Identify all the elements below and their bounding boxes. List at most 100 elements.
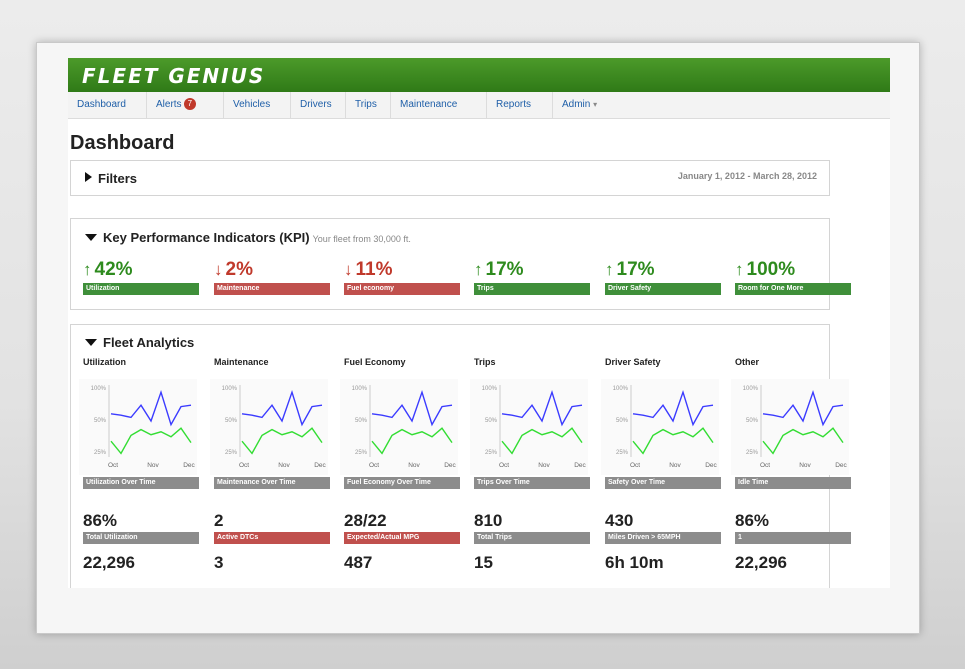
- kpi-label-bar: Room for One More: [735, 283, 851, 295]
- chart-background: [601, 379, 719, 475]
- arrow-up-icon: ↑: [735, 260, 744, 279]
- kpi-item[interactable]: ↓ 11% Fuel economy: [344, 259, 460, 295]
- y-tick-label: 25%: [94, 450, 107, 456]
- nav-drivers[interactable]: Drivers: [291, 92, 346, 118]
- analytics-title: Fleet Analytics: [103, 335, 195, 350]
- arrow-down-icon: ↓: [344, 260, 353, 279]
- analytics-column: Trips 100% 50% 25% Oct Nov Dec Trips Over Time 8…: [470, 357, 590, 588]
- date-range[interactable]: January 1, 2012 - March 28, 2012: [678, 171, 817, 181]
- y-tick-label: 50%: [355, 418, 368, 424]
- nav-alerts-label: Alerts: [156, 99, 182, 110]
- y-tick-label: 25%: [746, 450, 759, 456]
- x-tick-label: Oct: [499, 462, 509, 469]
- y-tick-label: 100%: [91, 386, 107, 392]
- kpi-panel: Key Performance Indicators (KPI) Your fle…: [70, 218, 851, 310]
- mini-line-chart[interactable]: 100% 50% 25% Oct Nov Dec: [470, 379, 588, 475]
- y-tick-label: 50%: [616, 418, 629, 424]
- y-tick-label: 100%: [482, 386, 498, 392]
- kpi-label-bar: Utilization: [83, 283, 199, 295]
- arrow-up-icon: ↑: [474, 260, 483, 279]
- nav-alerts[interactable]: Alerts 7: [147, 92, 224, 118]
- column-title: Maintenance: [214, 357, 269, 367]
- kpi-subtitle: Your fleet from 30,000 ft.: [312, 234, 411, 244]
- kpi-toggle[interactable]: Key Performance Indicators (KPI) Your fle…: [85, 230, 411, 245]
- y-tick-label: 50%: [225, 418, 238, 424]
- y-tick-label: 100%: [613, 386, 629, 392]
- analytics-column: Maintenance 100% 50% 25% Oct Nov Dec Maintenanc…: [210, 357, 330, 588]
- kpi-label-bar: Maintenance: [214, 283, 330, 295]
- kpi-item[interactable]: ↓ 2% Maintenance: [214, 259, 330, 295]
- page-title: Dashboard: [70, 132, 175, 154]
- kpi-item[interactable]: ↑ 17% Trips: [474, 259, 590, 295]
- kpi-title: Key Performance Indicators (KPI): [103, 230, 310, 245]
- app-logo: FLEET GENIUS: [82, 64, 266, 88]
- mini-line-chart[interactable]: 100% 50% 25% Oct Nov Dec: [601, 379, 719, 475]
- chart-caption-bar: Maintenance Over Time: [214, 477, 330, 489]
- nav-reports-label: Reports: [496, 99, 532, 110]
- kpi-value-text: 42%: [94, 259, 133, 280]
- metric-value: 810: [474, 511, 503, 530]
- metric-label-bar: Total Trips: [474, 532, 590, 544]
- arrow-up-icon: ↑: [605, 260, 614, 279]
- nav-reports[interactable]: Reports: [487, 92, 553, 118]
- kpi-value: ↑ 100%: [735, 259, 851, 281]
- kpi-label-bar: Driver Safety: [605, 283, 721, 295]
- kpi-value: ↓ 2%: [214, 259, 330, 281]
- nav-dashboard[interactable]: Dashboard: [68, 92, 147, 118]
- kpi-label-bar: Trips: [474, 283, 590, 295]
- y-tick-label: 25%: [485, 450, 498, 456]
- chart-caption-bar: Trips Over Time: [474, 477, 590, 489]
- analytics-toggle[interactable]: Fleet Analytics: [85, 335, 194, 350]
- mini-line-chart[interactable]: 100% 50% 25% Oct Nov Dec: [210, 379, 328, 475]
- arrow-up-icon: ↑: [83, 260, 92, 279]
- metric-value-secondary: 22,296: [735, 553, 787, 572]
- x-tick-label: Oct: [630, 462, 640, 469]
- metric-value-secondary: 3: [214, 553, 224, 572]
- app-screen: FLEET GENIUS Dashboard Alerts 7 Vehicles …: [68, 58, 890, 588]
- y-tick-label: 50%: [485, 418, 498, 424]
- kpi-value-text: 2%: [225, 259, 253, 280]
- mini-line-chart[interactable]: 100% 50% 25% Oct Nov Dec: [340, 379, 458, 475]
- main-nav: Dashboard Alerts 7 Vehicles Drivers Trips…: [68, 92, 890, 119]
- kpi-value-text: 100%: [746, 259, 796, 280]
- chart-caption-bar: Safety Over Time: [605, 477, 721, 489]
- metric-value: 2: [214, 511, 224, 530]
- y-tick-label: 100%: [743, 386, 759, 392]
- x-tick-label: Nov: [799, 462, 811, 469]
- chart-background: [79, 379, 197, 475]
- brand-header: FLEET GENIUS: [68, 58, 890, 92]
- mini-line-chart[interactable]: 100% 50% 25% Oct Nov Dec: [731, 379, 849, 475]
- nav-trips-label: Trips: [355, 99, 377, 110]
- alerts-count-badge: 7: [183, 98, 197, 110]
- chevron-down-icon: ▾: [593, 100, 598, 109]
- metric-label-bar: Total Utilization: [83, 532, 199, 544]
- nav-maintenance-label: Maintenance: [400, 99, 458, 110]
- y-tick-label: 25%: [225, 450, 238, 456]
- analytics-panel: Fleet Analytics Utilization 100% 50% 25% Oct…: [70, 324, 851, 588]
- nav-vehicles[interactable]: Vehicles: [224, 92, 291, 118]
- x-tick-label: Oct: [108, 462, 118, 469]
- metric-label-bar: Miles Driven > 65MPH: [605, 532, 721, 544]
- y-tick-label: 100%: [222, 386, 238, 392]
- y-tick-label: 50%: [746, 418, 759, 424]
- filters-toggle[interactable]: Filters: [85, 171, 137, 186]
- y-tick-label: 50%: [94, 418, 107, 424]
- filters-panel: Filters January 1, 2012 - March 28, 2012: [70, 160, 830, 196]
- x-tick-label: Nov: [408, 462, 420, 469]
- nav-trips[interactable]: Trips: [346, 92, 391, 118]
- column-title: Other: [735, 357, 760, 367]
- y-tick-label: 100%: [352, 386, 368, 392]
- mini-line-chart[interactable]: 100% 50% 25% Oct Nov Dec: [79, 379, 197, 475]
- nav-admin[interactable]: Admin ▾: [553, 92, 615, 118]
- kpi-item[interactable]: ↑ 100% Room for One More: [735, 259, 851, 295]
- nav-dashboard-label: Dashboard: [77, 99, 126, 110]
- kpi-item[interactable]: ↑ 17% Driver Safety: [605, 259, 721, 295]
- nav-maintenance[interactable]: Maintenance: [391, 92, 487, 118]
- kpi-item[interactable]: ↑ 42% Utilization: [83, 259, 199, 295]
- kpi-value: ↑ 17%: [605, 259, 721, 281]
- kpi-label-bar: Fuel economy: [344, 283, 460, 295]
- chart-background: [731, 379, 849, 475]
- chart-background: [210, 379, 328, 475]
- x-tick-label: Oct: [239, 462, 249, 469]
- arrow-down-icon: ↓: [214, 260, 223, 279]
